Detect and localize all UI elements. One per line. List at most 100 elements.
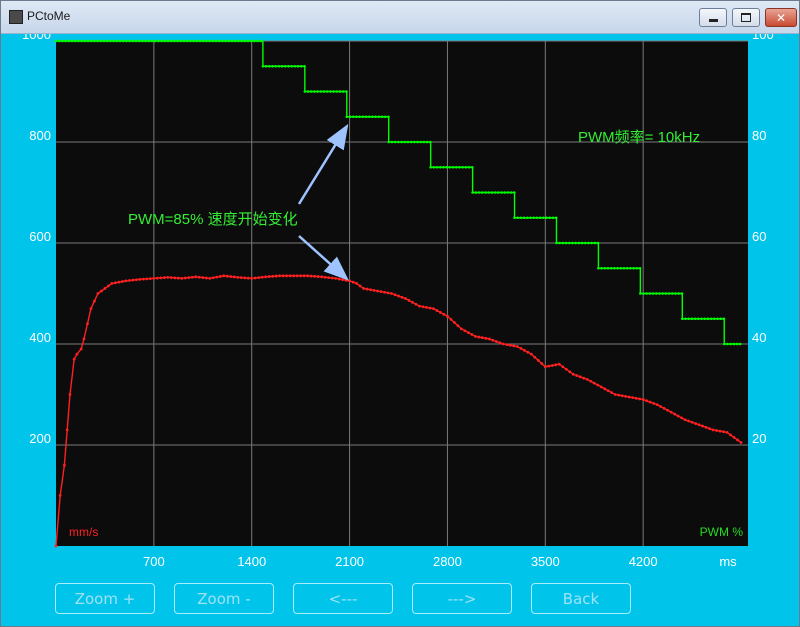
data-point (179, 39, 183, 43)
data-point (411, 300, 414, 304)
data-point (487, 191, 490, 194)
maximize-button[interactable] (732, 8, 760, 27)
title-bar: PCtoMe ✕ (1, 1, 799, 34)
data-point (407, 299, 411, 302)
y-left-tick-label: 800 (29, 128, 51, 143)
data-point (736, 438, 739, 442)
data-point (600, 266, 603, 270)
y-right-tick-label: 100 (752, 34, 774, 42)
data-point (267, 275, 271, 278)
data-point (403, 140, 407, 144)
data-point (632, 266, 635, 270)
data-point (89, 307, 93, 311)
data-point (589, 379, 593, 383)
toolbar: Zoom + Zoom - <--- ---> Back (1, 583, 799, 615)
data-point (666, 408, 670, 412)
y-right-axis-label: PWM % (700, 525, 744, 539)
data-point (208, 39, 211, 43)
data-point (690, 317, 694, 321)
data-point (458, 165, 461, 169)
next-button[interactable]: ---> (412, 583, 512, 614)
data-point (183, 276, 187, 280)
data-point (642, 292, 645, 295)
data-point (554, 363, 558, 367)
data-point (75, 352, 79, 356)
data-point (313, 274, 317, 278)
data-point (397, 140, 400, 144)
data-point (118, 39, 122, 43)
data-point (593, 241, 597, 245)
data-point (477, 335, 481, 339)
data-point (176, 39, 179, 43)
data-point (400, 295, 404, 299)
data-point (303, 64, 306, 68)
data-point (639, 292, 642, 295)
data-point (230, 39, 234, 43)
data-point (674, 292, 677, 295)
data-point (155, 276, 159, 280)
data-point (545, 216, 548, 220)
back-button[interactable]: Back (531, 583, 631, 614)
data-point (236, 275, 240, 279)
data-point (125, 39, 128, 43)
data-point (57, 39, 61, 43)
data-point (323, 275, 327, 279)
x-tick-label: 2100 (335, 554, 364, 569)
data-point (240, 39, 243, 43)
close-button[interactable]: ✕ (765, 8, 797, 27)
data-point (393, 293, 397, 297)
data-point (425, 305, 428, 309)
data-point (422, 140, 426, 144)
data-point (338, 90, 342, 93)
data-point (89, 39, 93, 43)
data-point (596, 241, 600, 245)
data-point (134, 39, 138, 43)
data-point (163, 39, 167, 43)
data-point (677, 292, 681, 295)
data-point (182, 39, 186, 43)
data-point (473, 335, 477, 338)
data-point (435, 309, 439, 312)
data-point (726, 342, 729, 346)
data-point (715, 429, 718, 432)
data-point (327, 276, 331, 279)
data-point (127, 279, 131, 282)
minimize-button[interactable] (699, 8, 727, 27)
data-point (243, 276, 247, 280)
maximize-icon (741, 13, 751, 22)
data-point (369, 288, 372, 292)
data-point (355, 115, 358, 119)
data-point (470, 165, 474, 169)
data-point (62, 463, 66, 467)
zoom-in-button[interactable]: Zoom + (55, 583, 155, 614)
data-point (684, 317, 687, 321)
data-point (519, 347, 523, 350)
previous-button[interactable]: <--- (293, 583, 393, 614)
y-left-tick-label: 200 (29, 431, 51, 446)
data-point (658, 292, 661, 295)
data-point (341, 90, 345, 93)
data-point (516, 216, 520, 220)
data-point (159, 276, 163, 280)
data-point (105, 39, 109, 43)
data-point (169, 276, 173, 279)
data-point (659, 405, 663, 408)
data-point (477, 191, 481, 194)
data-point (160, 39, 163, 43)
data-point (316, 275, 320, 278)
data-point (480, 191, 484, 194)
data-point (96, 292, 100, 295)
data-point (463, 329, 467, 333)
zoom-out-button[interactable]: Zoom - (174, 583, 274, 614)
data-point (274, 274, 278, 278)
data-point (564, 367, 568, 371)
data-point (694, 422, 697, 425)
data-point (157, 39, 160, 43)
data-point (189, 39, 192, 43)
data-point (567, 241, 571, 245)
data-point (253, 39, 256, 43)
data-point (538, 216, 542, 220)
data-point (558, 241, 561, 245)
data-point (490, 191, 494, 194)
data-point (309, 90, 313, 93)
